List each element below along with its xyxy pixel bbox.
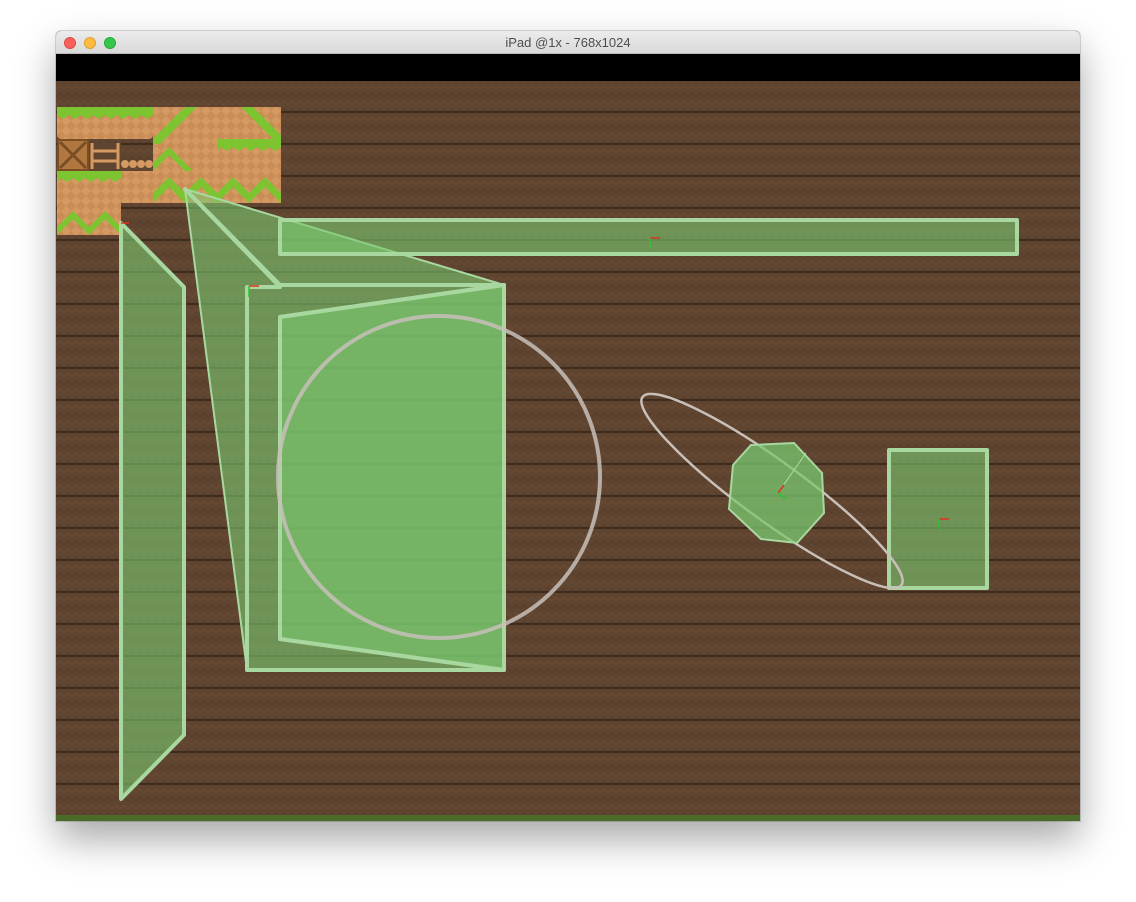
coin-2 xyxy=(129,160,137,168)
ladder-tile xyxy=(89,143,121,169)
title-bar[interactable]: iPad @1x - 768x1024 xyxy=(56,31,1080,54)
game-scene[interactable] xyxy=(56,81,1080,821)
simulator-window: iPad @1x - 768x1024 xyxy=(56,31,1080,821)
coin-1 xyxy=(121,160,129,168)
small-box-body xyxy=(887,448,989,590)
inner-pentagon-body xyxy=(278,283,506,672)
window-title: iPad @1x - 768x1024 xyxy=(505,35,631,50)
long-bar-body xyxy=(278,218,1019,256)
tall-trapezoid-body xyxy=(119,221,186,801)
bottom-grass-strip xyxy=(56,815,1080,821)
coin-4 xyxy=(145,160,153,168)
coin-3 xyxy=(137,160,145,168)
status-bar xyxy=(56,54,1080,81)
